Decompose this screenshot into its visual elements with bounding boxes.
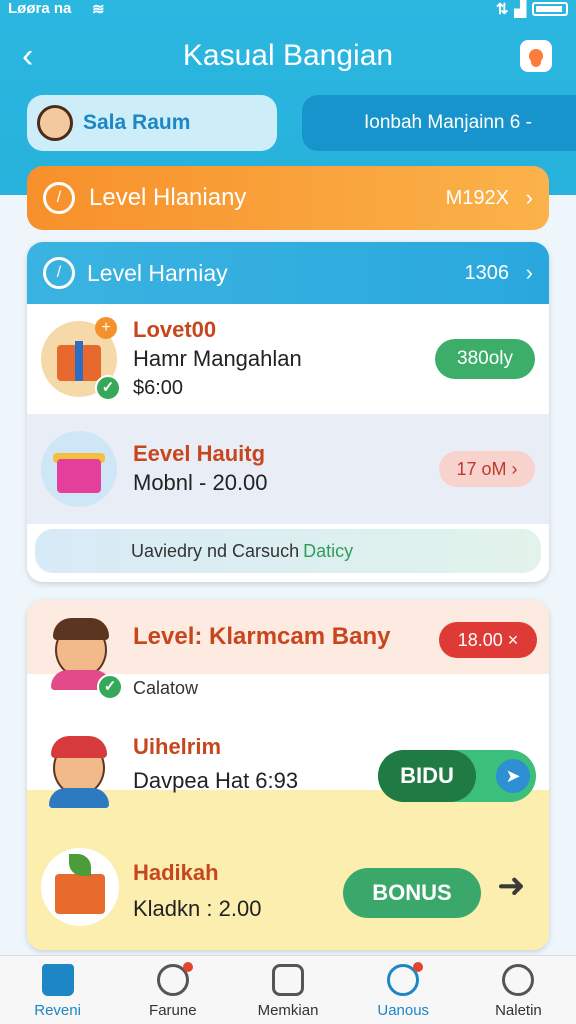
item-title: Uihelrim xyxy=(133,734,222,759)
gift-icon: + ✓ xyxy=(41,317,121,401)
gift-icon xyxy=(41,431,117,507)
item-subtitle: Mobnl - 20.00 xyxy=(133,470,268,495)
item-subtitle: Kladkn : 2.00 xyxy=(133,896,262,921)
user-pill[interactable]: Sala Raum xyxy=(27,95,277,151)
status-icons: ⇅ ▟ xyxy=(496,0,568,18)
person-icon xyxy=(529,49,543,63)
level-banner[interactable]: / Level Hlaniany M192X › xyxy=(27,166,549,230)
level-card: / Level Harniay 1306 › + ✓ Lovet00 Hamr … xyxy=(27,242,549,582)
profile-button[interactable] xyxy=(520,40,552,72)
promo-bar[interactable]: Uaviedry nd Carsuch Daticy xyxy=(35,529,541,573)
user-name: Sala Raum xyxy=(83,111,191,134)
promo-text: Uaviedry nd Carsuch xyxy=(131,540,300,561)
nav-item-naletin[interactable]: Naletin xyxy=(461,956,576,1024)
chevron-right-icon: › xyxy=(525,260,533,285)
page-title: Kasual Bangian xyxy=(182,39,394,72)
nav-label: Farune xyxy=(149,1002,197,1019)
nav-label: Uanous xyxy=(377,1002,430,1019)
reward-card: ✓ Level: Klarmcam Bany 18.00 × Calatow U… xyxy=(27,600,549,950)
avatar: ✓ xyxy=(41,610,123,700)
chevron-right-icon: › xyxy=(525,185,533,210)
reward-badge-value: 18.00 xyxy=(457,630,503,650)
bonus-button[interactable]: BONUS xyxy=(343,868,481,918)
banner-label: Level Hlaniany xyxy=(89,184,247,211)
home-icon xyxy=(41,964,74,996)
avatar xyxy=(39,728,119,808)
reward-title: Level: Klarmcam Bany xyxy=(133,623,391,650)
item-action-button[interactable]: 380oly xyxy=(435,339,535,379)
item-title: Lovet00 xyxy=(133,317,217,342)
reward-sub-label: Calatow xyxy=(133,678,199,698)
nav-label: Memkian xyxy=(257,1002,319,1019)
item-action-label: 17 oM xyxy=(456,459,507,479)
item-action-button[interactable]: 17 oM › xyxy=(439,451,535,487)
bidu-toggle[interactable]: BIDU ➤ xyxy=(378,750,536,802)
notification-dot xyxy=(182,962,193,972)
plus-badge-icon: + xyxy=(95,317,117,339)
item-subtitle: Hamr Mangahlan xyxy=(133,346,302,371)
signal-icon: ▟ xyxy=(514,1,526,18)
info-text: Ionbah Manjainn 6 - xyxy=(364,112,532,133)
arrow-right-icon[interactable]: ➜ xyxy=(497,866,526,906)
reward-badge[interactable]: 18.00 × xyxy=(439,622,537,658)
nav-item-memkian[interactable]: Memkian xyxy=(230,956,345,1024)
item-subtitle: Davpea Hat 6:93 xyxy=(133,768,299,793)
item-title: Eevel Hauitg xyxy=(133,441,266,466)
toggle-label: BIDU xyxy=(378,750,476,802)
close-icon: × xyxy=(507,630,519,650)
banner-value: M192X xyxy=(445,186,509,209)
info-pill[interactable]: Ionbah Manjainn 6 - xyxy=(302,95,576,151)
notification-dot xyxy=(413,962,424,972)
nav-label: Reveni xyxy=(34,1002,81,1019)
chevron-right-icon: › xyxy=(511,459,518,479)
wifi-icon: ≋ xyxy=(92,1,105,18)
nav-item-reveni[interactable]: Reveni xyxy=(0,956,115,1024)
pencil-icon: / xyxy=(43,182,75,214)
level-card-header[interactable]: / Level Harniay 1306 › xyxy=(27,242,549,304)
item-title: Hadikah xyxy=(133,860,219,885)
nav-label: Naletin xyxy=(495,1002,542,1019)
pencil-icon: / xyxy=(43,257,75,289)
section-value: 1306 xyxy=(464,261,510,284)
section-label: Level Harniay xyxy=(87,259,228,286)
send-icon: ➤ xyxy=(496,759,530,793)
reward-card-header[interactable]: ✓ Level: Klarmcam Bany 18.00 × xyxy=(27,600,549,700)
list-item[interactable]: + ✓ Lovet00 Hamr Mangahlan $6:00 380oly xyxy=(27,304,549,414)
avatar xyxy=(37,105,73,141)
list-item[interactable]: Eevel Hauitg Mobnl - 20.00 17 oM › xyxy=(27,414,549,524)
status-carrier: Løøra na xyxy=(8,0,72,17)
user-icon xyxy=(502,964,535,996)
grid-icon xyxy=(272,964,304,996)
item-price: $6:00 xyxy=(133,377,184,399)
nav-item-uanous[interactable]: Uanous xyxy=(346,956,461,1024)
nav-item-farune[interactable]: Farune xyxy=(115,956,230,1024)
check-icon: ✓ xyxy=(97,674,123,700)
bottom-nav: Reveni Farune Memkian Uanous Naletin xyxy=(0,955,576,1024)
check-icon: ✓ xyxy=(95,375,121,401)
data-icon: ⇅ xyxy=(495,1,509,18)
battery-icon xyxy=(532,2,568,16)
status-bar: Løøra na ≋ ⇅ ▟ xyxy=(0,0,576,22)
gift-icon xyxy=(41,848,119,926)
promo-highlight: Daticy xyxy=(303,540,354,561)
